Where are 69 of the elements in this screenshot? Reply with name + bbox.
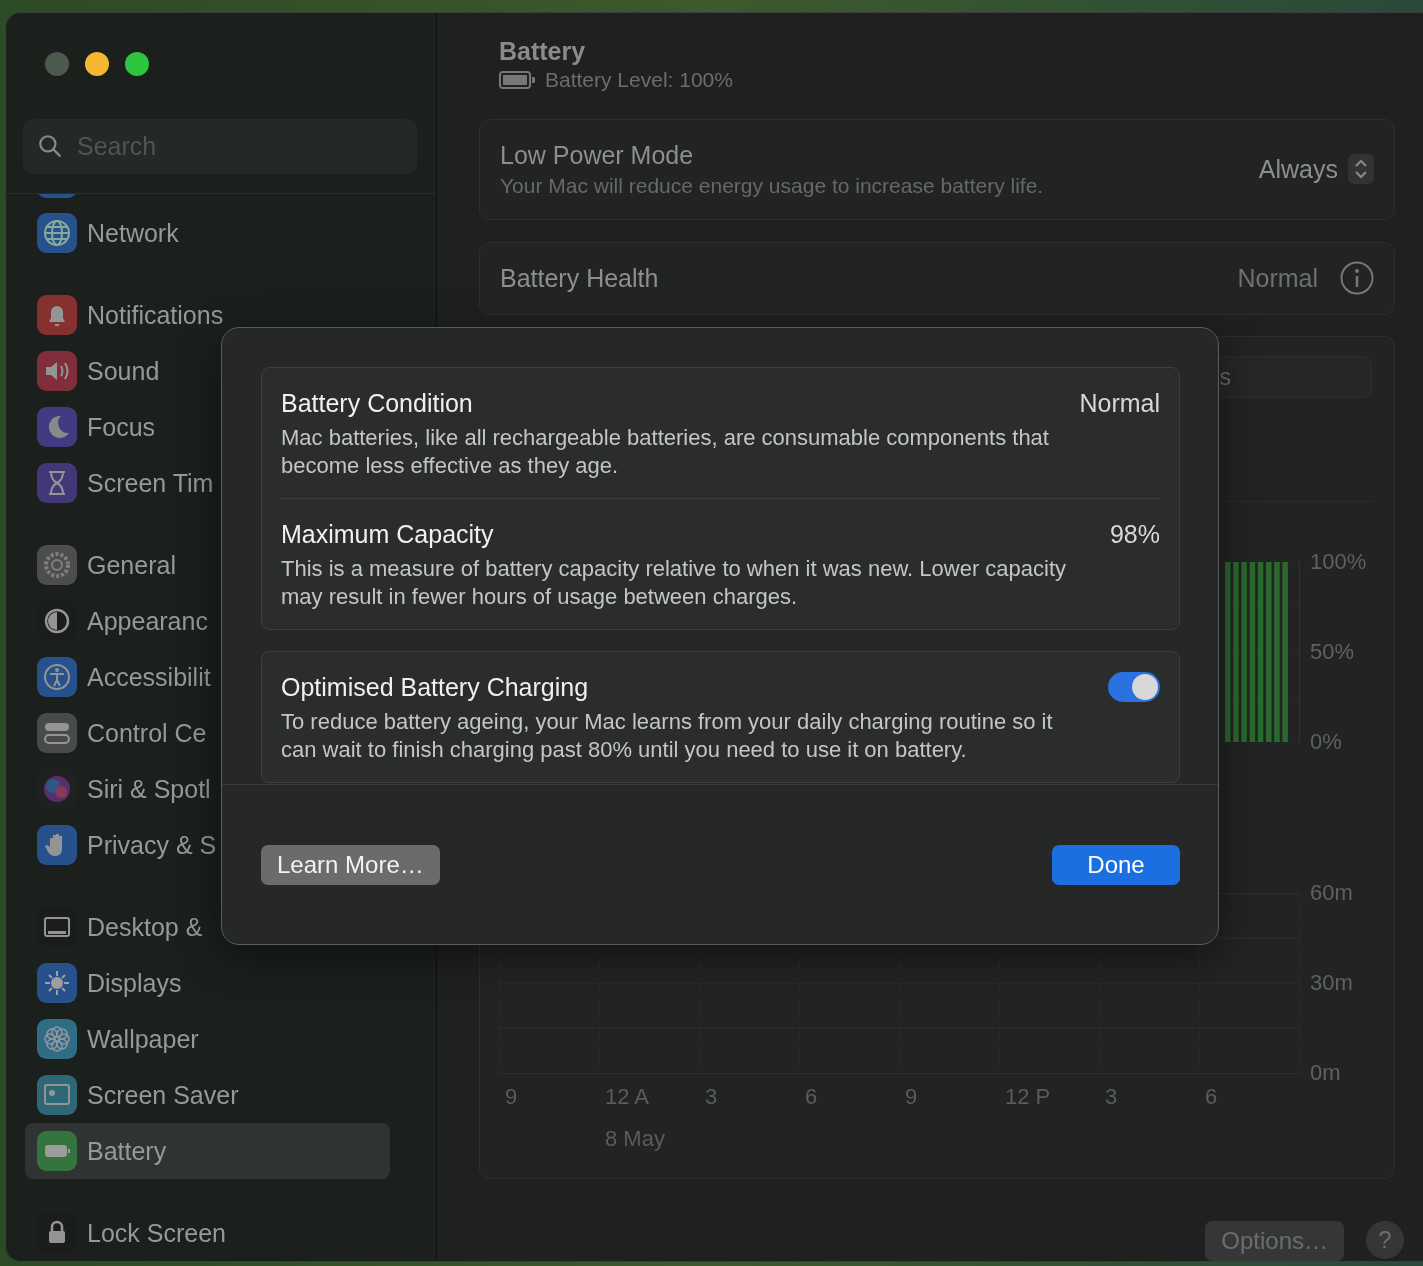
speaker-icon xyxy=(37,351,77,391)
setting-title: Battery Health xyxy=(500,263,659,293)
sidebar-item[interactable]: Siri & Spotl xyxy=(25,761,223,817)
sidebar-item[interactable]: Control Ce xyxy=(25,705,219,761)
axis-label: 0% xyxy=(1310,730,1343,755)
axis-label: 12 A xyxy=(605,1085,651,1110)
stepper-icon xyxy=(1348,154,1374,185)
axis-label: 100% xyxy=(1310,550,1367,575)
sidebar-item[interactable]: Screen Tim xyxy=(25,455,226,511)
accessibility-icon xyxy=(37,657,77,697)
row-description: This is a measure of battery capacity relative to when it was new. Lower capacity may result in fewer hours of usage between charges. xyxy=(281,555,1068,611)
sidebar-item[interactable]: Desktop & xyxy=(25,899,215,955)
sidebar-item[interactable]: Displays xyxy=(25,955,194,1011)
setting-description: Your Mac will reduce energy usage to increase battery life. xyxy=(500,173,1044,198)
row-description: To reduce battery ageing, your Mac learns from your daily charging routine so it can wait to finish charging past 80% until you need to use it on battery. xyxy=(281,708,1054,764)
bell-icon xyxy=(37,295,77,335)
axis-label: 9 xyxy=(905,1085,919,1110)
sidebar-item[interactable]: Battery xyxy=(25,1123,390,1179)
row-description: Mac batteries, like all rechargeable batteries, are consumable components that become less effective as they age. xyxy=(281,424,1050,480)
screen-icon xyxy=(37,1075,77,1115)
sidebar-item[interactable]: General xyxy=(25,537,188,593)
row-title: Maximum Capacity xyxy=(281,519,494,549)
sidebar-item[interactable]: Lock Screen xyxy=(25,1205,238,1261)
sidebar-item[interactable]: Notifications xyxy=(25,287,236,343)
battery-level-text: Battery Level: 100% xyxy=(545,68,733,92)
mode-popup[interactable]: Always xyxy=(1258,154,1374,185)
sun-icon xyxy=(37,963,77,1003)
axis-label: 50% xyxy=(1310,640,1356,665)
row-value: Normal xyxy=(1079,388,1160,418)
info-icon[interactable] xyxy=(1340,261,1374,296)
done-button[interactable]: Done xyxy=(1052,844,1180,885)
row-title: Battery Condition xyxy=(281,388,473,418)
axis-label: 3 xyxy=(1105,1085,1119,1110)
health-value: Normal xyxy=(1237,263,1318,293)
sidebar-item[interactable]: Privacy & S xyxy=(25,817,229,873)
search-icon xyxy=(37,133,63,159)
minimize-button[interactable] xyxy=(85,52,109,76)
setting-title: Low Power Mode xyxy=(500,140,695,170)
sidebar-item[interactable]: Wallpaper xyxy=(25,1011,211,1067)
zoom-button[interactable] xyxy=(125,52,149,76)
axis-label: 0m xyxy=(1310,1061,1342,1086)
toggles-icon xyxy=(37,713,77,753)
sidebar-item[interactable]: Sound xyxy=(25,343,172,399)
globe-icon xyxy=(37,213,77,253)
axis-label: 30m xyxy=(1310,971,1353,996)
axis-label: 12 P xyxy=(1005,1085,1052,1110)
learn-more-button[interactable]: Learn More… xyxy=(261,844,440,885)
flower-icon xyxy=(37,1019,77,1059)
battery-icon xyxy=(37,1131,77,1171)
sidebar-item[interactable]: Screen Saver xyxy=(25,1067,251,1123)
axis-label: 9 xyxy=(505,1085,519,1110)
moon-icon xyxy=(37,407,77,447)
axis-label: 6 xyxy=(805,1085,819,1110)
sidebar-item[interactable]: Appearanc xyxy=(25,593,220,649)
date-label: 8 May xyxy=(605,1127,666,1152)
axis-label: 60m xyxy=(1310,881,1353,906)
sidebar-item[interactable]: Network xyxy=(25,205,191,261)
row-title: Optimised Battery Charging xyxy=(281,672,589,702)
hand-icon xyxy=(37,825,77,865)
battery-level-icon xyxy=(499,71,535,89)
sidebar-item[interactable]: Focus xyxy=(25,399,168,455)
axis-label: 3 xyxy=(705,1085,719,1110)
toggle-switch[interactable] xyxy=(1108,672,1160,702)
row-value: 98% xyxy=(1109,519,1160,549)
axis-label: 6 xyxy=(1205,1085,1219,1110)
hourglass-icon xyxy=(37,463,77,503)
sidebar-item[interactable]: Accessibilit xyxy=(25,649,223,705)
page-title: Battery xyxy=(499,37,587,66)
gear-icon xyxy=(37,545,77,585)
